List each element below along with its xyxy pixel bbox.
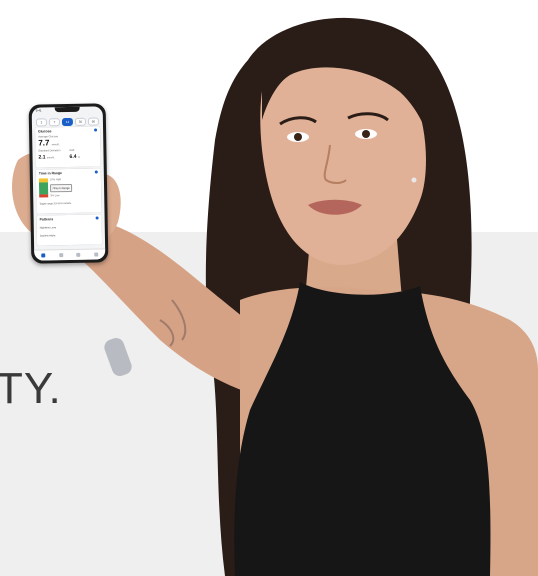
tab-30[interactable]: 30 [74, 117, 86, 126]
tab-14[interactable]: 14 [61, 117, 73, 127]
smartphone: 9:41 3 7 14 30 90 Glucose Average Glucos… [28, 103, 109, 264]
sd-label: Standard Deviation [38, 149, 61, 153]
in-range-label: 74% in Range [50, 183, 73, 193]
phone-notch [54, 106, 80, 113]
chart-icon[interactable] [58, 253, 63, 258]
patterns-title: Patterns [39, 217, 54, 222]
range-note: Target range 3.9–10.0 mmol/L [39, 201, 72, 206]
pattern-row-1[interactable]: Nighttime Lows [40, 226, 56, 229]
phone-screen: 9:41 3 7 14 30 90 Glucose Average Glucos… [31, 106, 106, 261]
high-label: 10% High [49, 178, 62, 182]
in-range-bar [38, 182, 49, 195]
home-icon[interactable] [41, 253, 46, 258]
tab-90[interactable]: 90 [87, 117, 99, 126]
status-time: 9:41 [35, 108, 42, 113]
earring [411, 177, 417, 183]
pattern-row-2[interactable]: Daytime Highs [40, 234, 56, 237]
low-bar [39, 194, 49, 198]
patterns-card[interactable]: Patterns Nighttime Lows Daytime Highs [36, 214, 103, 246]
photo-scene: TY. 9:41 3 7 14 30 90 Glucose Average Gl… [0, 0, 538, 576]
glucose-title: Glucose [38, 129, 52, 134]
info-icon[interactable] [94, 128, 98, 132]
gmi-label: GMI [69, 148, 75, 152]
range-title: Time in Range [38, 171, 62, 176]
bottom-nav [34, 248, 106, 261]
tab-7[interactable]: 7 [48, 118, 60, 127]
logbook-icon[interactable] [76, 252, 81, 257]
glucose-card[interactable]: Glucose Average Glucose 7.7 mmol/L Stand… [35, 126, 101, 168]
gmi-value: 6.4 % [69, 153, 81, 160]
avg-value: 7.7 mmol/L [38, 138, 60, 148]
tab-3[interactable]: 3 [35, 118, 47, 127]
info-icon[interactable] [94, 170, 98, 174]
low-label: 3% Low [50, 194, 60, 198]
watch [104, 337, 132, 377]
period-tabs: 3 7 14 30 90 [35, 117, 99, 127]
sd-value: 2.1 mmol/L [38, 154, 55, 161]
time-in-range-card[interactable]: Time in Range 10% High 74% in Range 3% L… [35, 168, 102, 214]
more-icon[interactable] [94, 252, 99, 257]
woman-holding-phone [12, 17, 538, 576]
info-icon[interactable] [95, 216, 99, 220]
